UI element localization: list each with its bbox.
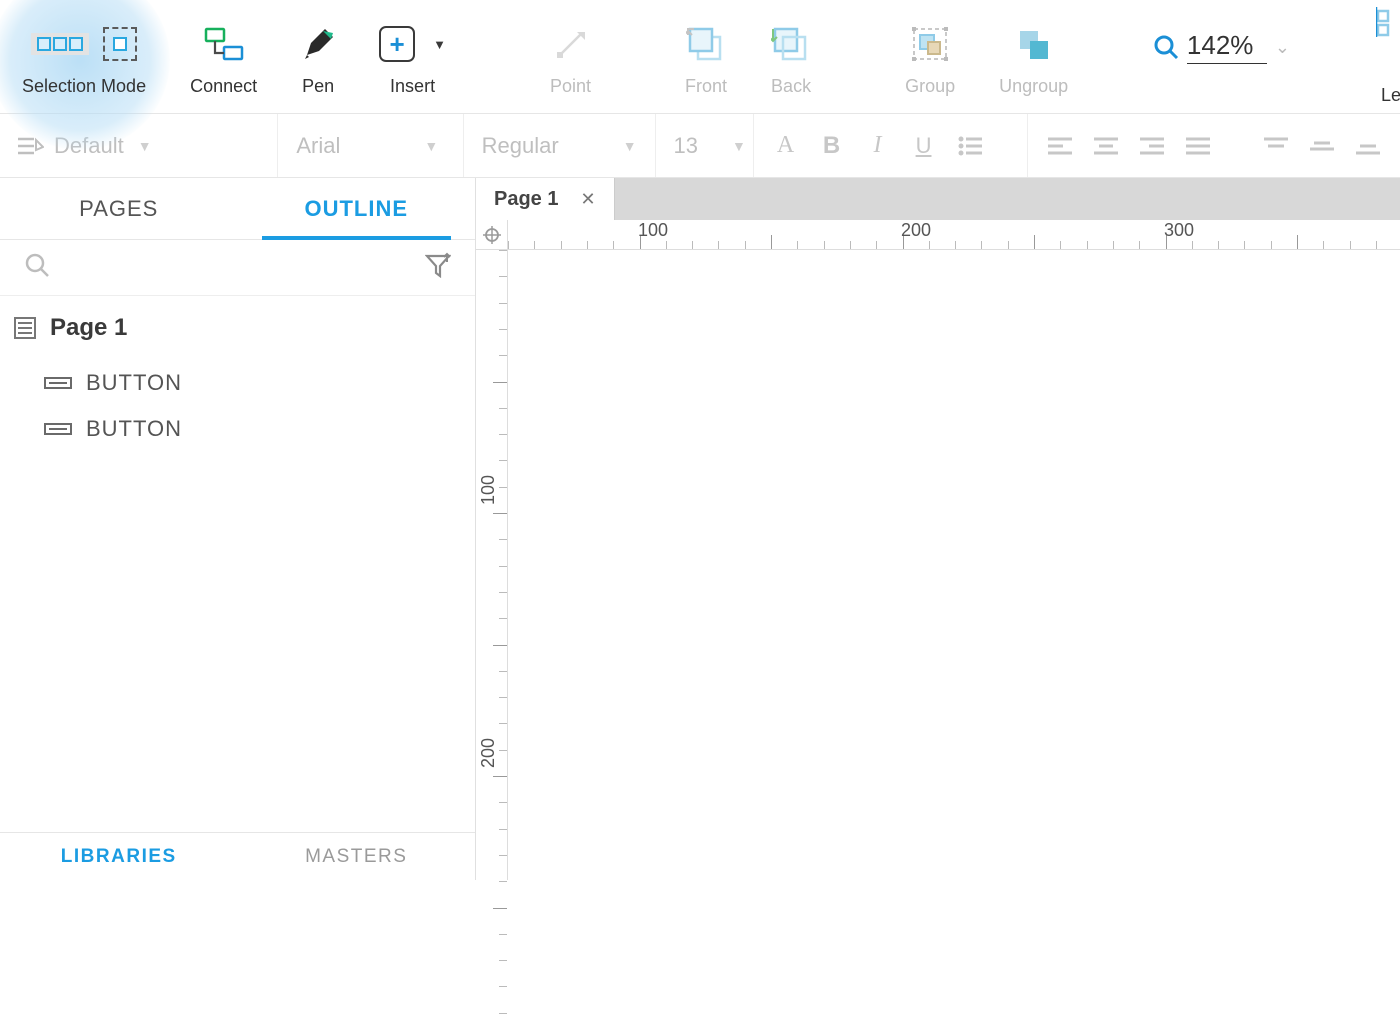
pen-icon (301, 18, 335, 70)
valign-bottom-button[interactable] (1354, 132, 1382, 160)
ruler-origin-icon[interactable] (476, 220, 508, 250)
size-value: 13 (674, 133, 698, 159)
search-icon[interactable] (24, 252, 50, 283)
valign-middle-button[interactable] (1308, 132, 1336, 160)
bullet-list-button[interactable] (956, 132, 984, 160)
connect-button[interactable]: Connect (168, 8, 279, 113)
chevron-down-icon: ▼ (433, 37, 446, 52)
sidebar-tabs: PAGES OUTLINE (0, 178, 475, 240)
sidebar-bottom-tabs: LIBRARIES MASTERS (0, 832, 475, 880)
outline-tree: Page 1 BUTTON BUTTON (0, 296, 475, 470)
tab-libraries[interactable]: LIBRARIES (0, 833, 238, 880)
align-left-button[interactable] (1046, 132, 1074, 160)
font-color-button[interactable]: A (772, 132, 800, 160)
selection-mode-button[interactable]: Selection Mode (0, 8, 168, 113)
group-label: Group (905, 76, 955, 97)
ungroup-icon (1016, 18, 1052, 70)
outline-item-label: BUTTON (86, 416, 182, 442)
libraries-label: LIBRARIES (61, 846, 177, 868)
align-justify-button[interactable] (1184, 132, 1212, 160)
page-label: Page 1 (50, 314, 127, 342)
page-icon (14, 317, 36, 339)
main-toolbar: Selection Mode Connect Pen + ▼ Insert Po… (0, 0, 1400, 114)
canvas[interactable] (508, 250, 1400, 880)
insert-label: Insert (390, 76, 435, 97)
chevron-down-icon: ▼ (424, 138, 438, 154)
masters-label: MASTERS (305, 846, 407, 868)
document-tab-label: Page 1 (494, 188, 558, 211)
font-value: Arial (296, 133, 340, 159)
connect-icon (204, 18, 244, 70)
filter-icon[interactable] (425, 252, 451, 283)
weight-dropdown[interactable]: Regular ▼ (482, 133, 637, 159)
front-button: Front (663, 8, 749, 113)
outline-search-row (0, 240, 475, 296)
align-right-button[interactable] (1138, 132, 1166, 160)
underline-button[interactable]: U (910, 132, 938, 160)
chevron-down-icon: ▼ (138, 138, 152, 154)
selection-intersect-icon (31, 33, 89, 55)
front-icon (686, 18, 726, 70)
valign-top-button[interactable] (1262, 132, 1290, 160)
format-bar: Default ▼ Arial ▼ Regular ▼ 13 ▼ A B I U (0, 114, 1400, 178)
pen-label: Pen (302, 76, 334, 97)
tab-outline[interactable]: OUTLINE (238, 178, 476, 239)
left-sidebar: PAGES OUTLINE Page 1 BUTTON BUTTON (0, 178, 476, 880)
chevron-down-icon: ⌄ (1275, 37, 1290, 58)
weight-value: Regular (482, 133, 559, 159)
outline-page-node[interactable]: Page 1 (14, 314, 461, 342)
size-dropdown[interactable]: 13 ▼ (674, 133, 746, 159)
tab-pages-label: PAGES (79, 196, 158, 222)
outline-item[interactable]: BUTTON (14, 406, 461, 452)
edge-label: Le (1381, 85, 1400, 106)
front-label: Front (685, 76, 727, 97)
outline-item-label: BUTTON (86, 370, 182, 396)
point-icon (555, 18, 587, 70)
main-area: PAGES OUTLINE Page 1 BUTTON BUTTON (0, 178, 1400, 880)
font-dropdown[interactable]: Arial ▼ (296, 133, 438, 159)
selection-contained-icon (103, 27, 137, 61)
ruler-vertical[interactable]: 100200 (476, 250, 508, 880)
chevron-down-icon: ▼ (623, 138, 637, 154)
tab-outline-label: OUTLINE (304, 196, 408, 222)
back-button: Back (749, 8, 833, 113)
ungroup-label: Ungroup (999, 76, 1068, 97)
connect-label: Connect (190, 76, 257, 97)
italic-button[interactable]: I (864, 132, 892, 160)
bold-button[interactable]: B (818, 132, 846, 160)
canvas-area: Page 1 ✕ 100200300 100200 (476, 178, 1400, 880)
tab-pages[interactable]: PAGES (0, 178, 238, 239)
group-button: Group (883, 8, 977, 113)
insert-icon: + ▼ (379, 18, 446, 70)
outline-item[interactable]: BUTTON (14, 360, 461, 406)
zoom-value: 142% (1187, 30, 1267, 64)
document-tab[interactable]: Page 1 ✕ (476, 178, 615, 220)
edge-tool[interactable]: Le (1354, 0, 1400, 113)
document-tabbar: Page 1 ✕ (476, 178, 1400, 220)
insert-button[interactable]: + ▼ Insert (357, 8, 468, 113)
button-widget-icon (44, 423, 72, 435)
back-icon (771, 18, 811, 70)
ungroup-button: Ungroup (977, 8, 1090, 113)
ruler-horizontal[interactable]: 100200300 (508, 220, 1400, 250)
align-icon (1376, 7, 1400, 37)
selection-mode-label: Selection Mode (22, 76, 146, 97)
zoom-control[interactable]: 142% ⌄ (1153, 30, 1290, 64)
tab-masters[interactable]: MASTERS (238, 833, 476, 880)
group-icon (912, 18, 948, 70)
search-icon (1153, 34, 1179, 60)
button-widget-icon (44, 377, 72, 389)
close-icon[interactable]: ✕ (580, 189, 595, 210)
chevron-down-icon: ▼ (732, 138, 746, 154)
point-label: Point (550, 76, 591, 97)
align-center-button[interactable] (1092, 132, 1120, 160)
back-label: Back (771, 76, 811, 97)
pen-button[interactable]: Pen (279, 8, 357, 113)
point-button: Point (528, 8, 613, 113)
